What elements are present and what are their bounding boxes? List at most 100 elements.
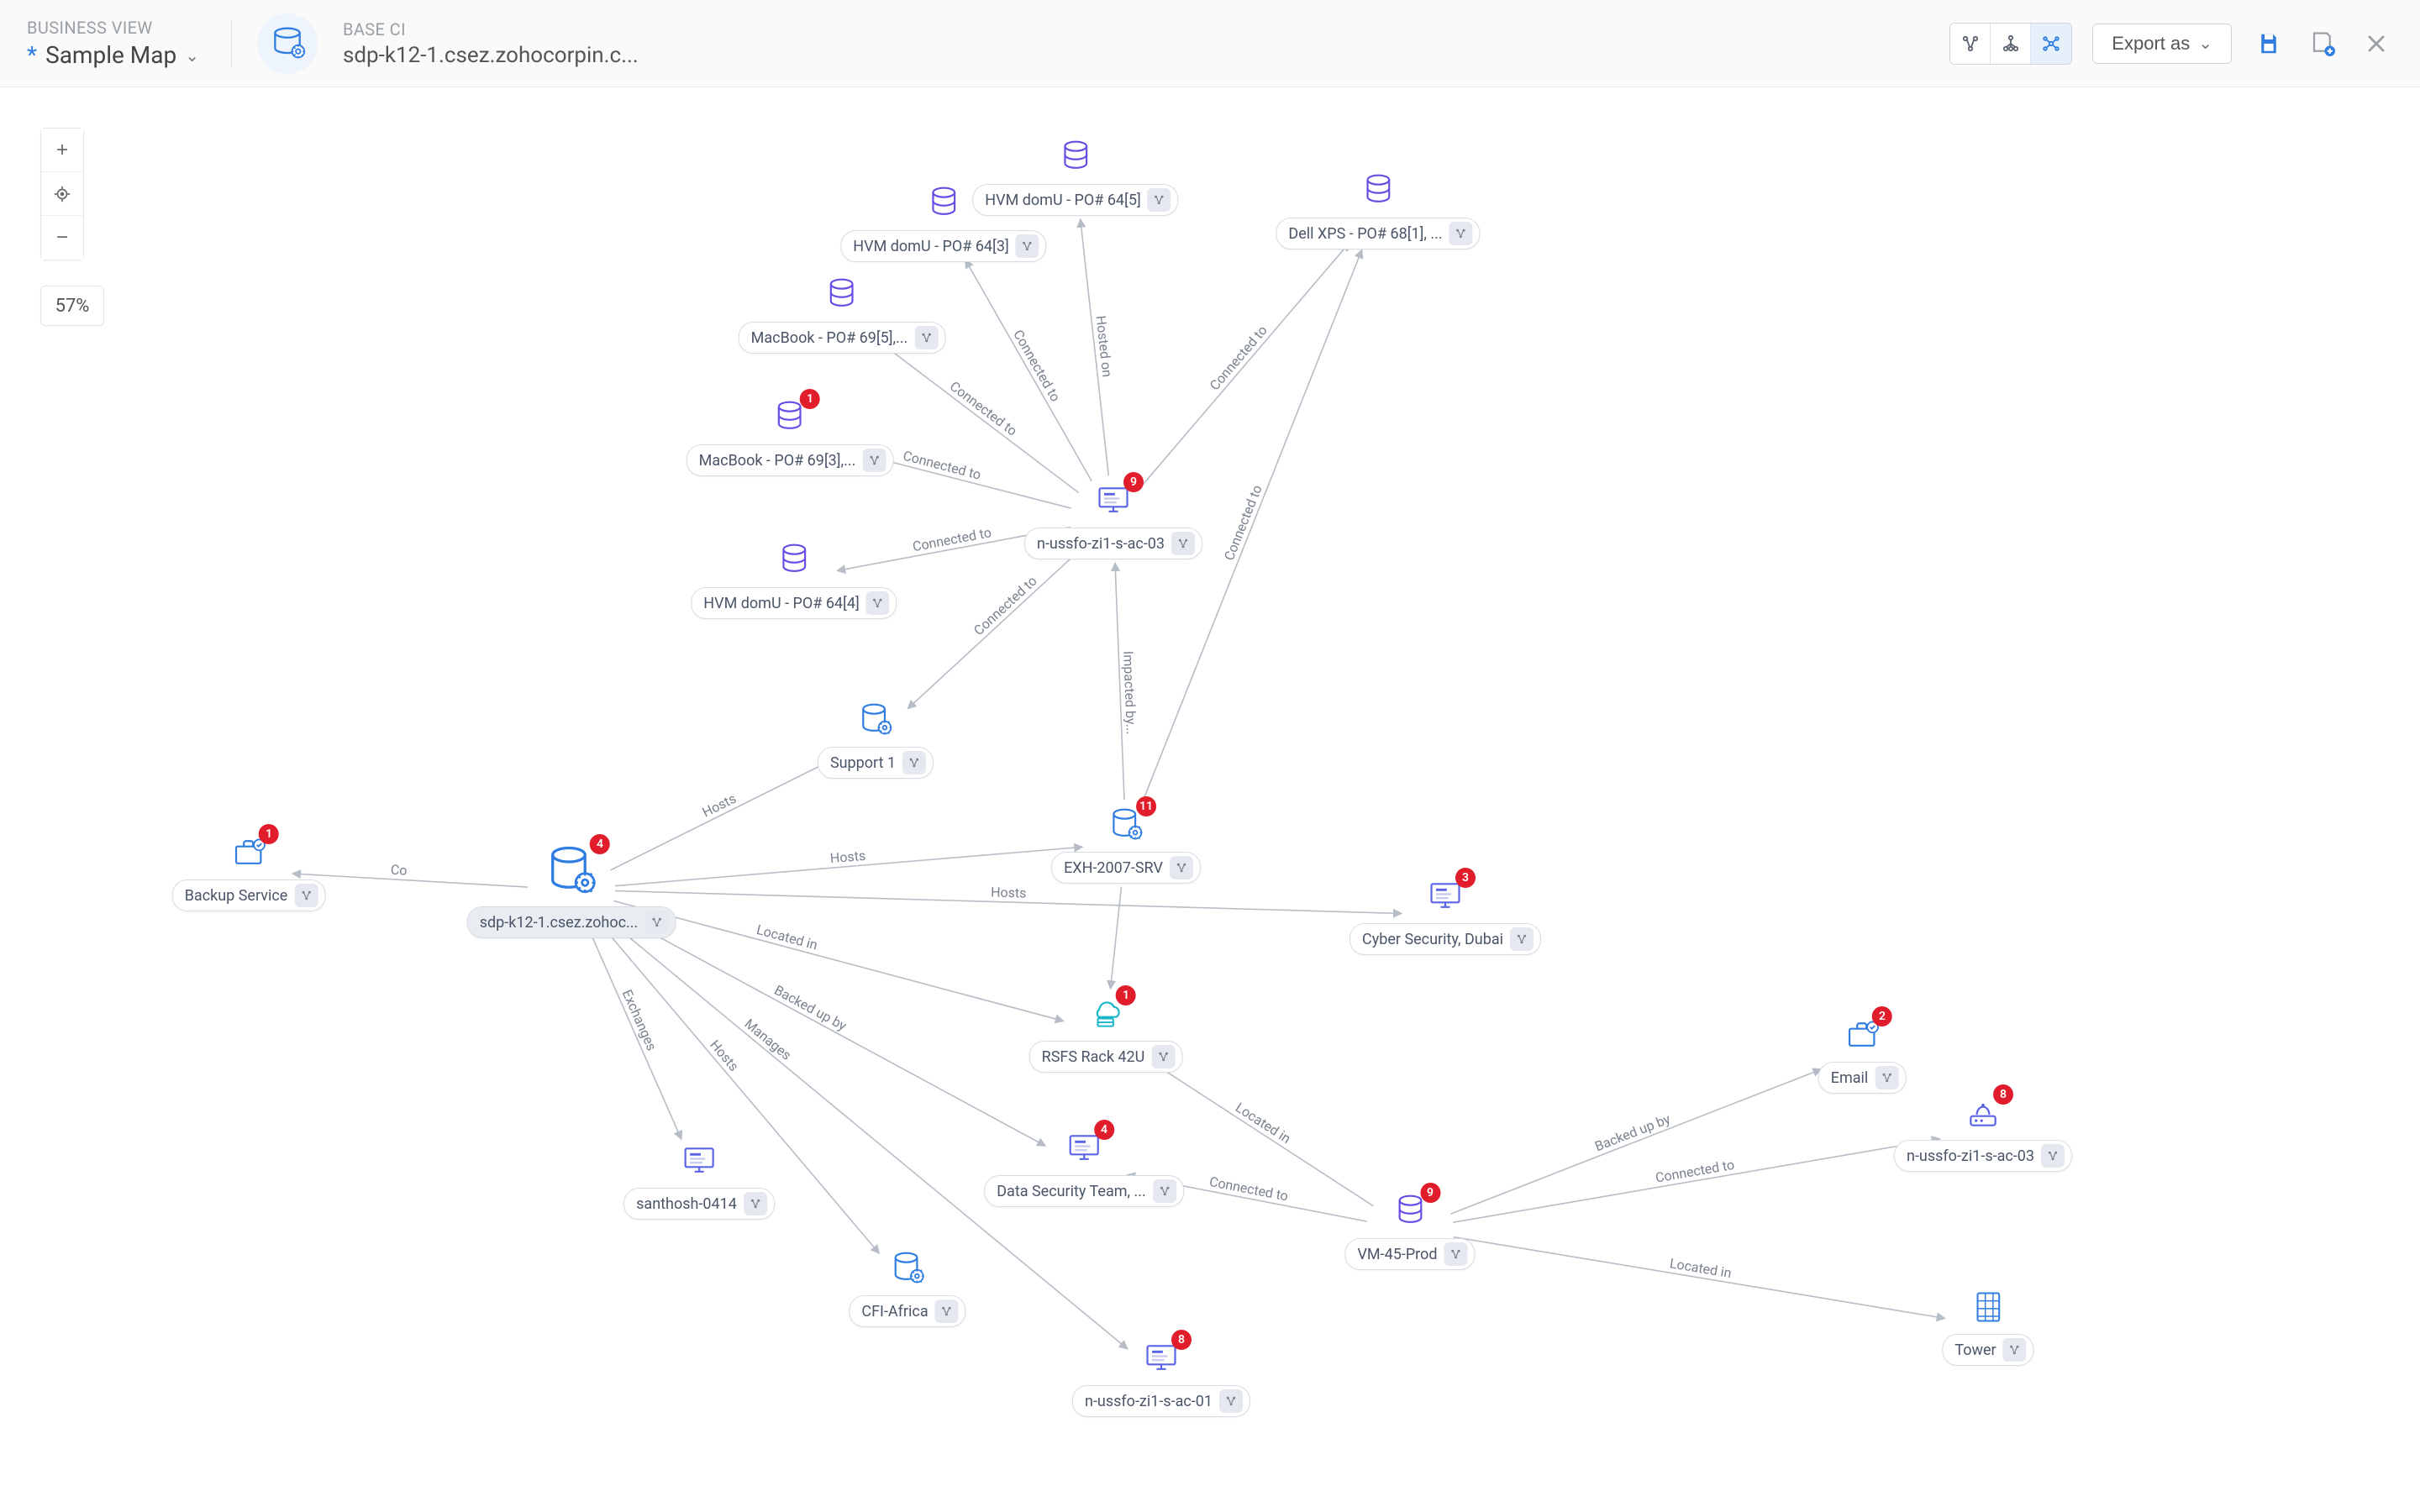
node-cyber[interactable]: 3 Cyber Security, Dubai xyxy=(1349,874,1541,955)
db-gear-icon: 11 xyxy=(1104,803,1148,847)
monitor-icon: 4 xyxy=(1062,1126,1106,1170)
node-vm45[interactable]: 9VM-45-Prod xyxy=(1344,1189,1475,1270)
node-label-pill[interactable]: Data Security Team, ... xyxy=(984,1175,1184,1207)
node-label: n-ussfo-zi1-s-ac-01 xyxy=(1085,1393,1213,1410)
layout-tree-button[interactable] xyxy=(1991,24,2031,64)
edge-label: Located in xyxy=(1233,1100,1294,1147)
node-hvm64_4[interactable]: HVM domU - PO# 64[4] xyxy=(691,538,897,619)
expand-icon[interactable] xyxy=(902,751,926,774)
expand-icon[interactable] xyxy=(294,884,318,907)
node-label: Dell XPS - PO# 68[1], ... xyxy=(1288,225,1442,243)
expand-icon[interactable] xyxy=(914,326,938,349)
node-center[interactable]: 4sdp-k12-1.csez.zohoc... xyxy=(467,841,676,938)
node-label-pill[interactable]: Backup Service xyxy=(172,879,326,911)
db-icon xyxy=(922,181,965,225)
expand-icon[interactable] xyxy=(644,911,668,934)
node-label: MacBook - PO# 69[3],... xyxy=(699,452,856,470)
edge-label: Co xyxy=(390,862,408,879)
expand-icon[interactable] xyxy=(1148,188,1171,212)
expand-icon[interactable] xyxy=(744,1192,767,1215)
node-label-pill[interactable]: CFI-Africa xyxy=(849,1295,965,1327)
expand-icon[interactable] xyxy=(1151,1045,1175,1068)
node-label-pill[interactable]: n-ussfo-zi1-s-ac-03 xyxy=(1024,528,1202,559)
node-label-pill[interactable]: n-ussfo-zi1-s-ac-03 xyxy=(1894,1140,2072,1172)
node-label-pill[interactable]: VM-45-Prod xyxy=(1344,1238,1475,1270)
expand-icon[interactable] xyxy=(2041,1144,2065,1168)
node-label-pill[interactable]: santhosh-0414 xyxy=(623,1188,775,1220)
node-nac01[interactable]: 8n-ussfo-zi1-s-ac-01 xyxy=(1072,1336,1250,1417)
expand-icon[interactable] xyxy=(866,591,890,615)
node-backup[interactable]: 1Backup Service xyxy=(172,831,326,911)
node-label-pill[interactable]: Support 1 xyxy=(818,747,934,779)
edge-vm45-email xyxy=(1450,1069,1821,1214)
expand-icon[interactable] xyxy=(1219,1389,1243,1413)
node-label-pill[interactable]: HVM domU - PO# 64[3] xyxy=(840,230,1046,262)
business-view-selector[interactable]: * Sample Map ⌄ xyxy=(27,41,199,69)
export-as-button[interactable]: Export as ⌄ xyxy=(2092,24,2232,64)
layout-radial-button[interactable] xyxy=(2031,24,2071,64)
expand-icon[interactable] xyxy=(862,449,886,472)
node-label-pill[interactable]: MacBook - PO# 69[3],... xyxy=(687,444,894,476)
node-label-pill[interactable]: EXH-2007-SRV xyxy=(1051,852,1201,884)
expand-icon[interactable] xyxy=(1510,927,1534,951)
db-icon: 1 xyxy=(768,396,812,439)
edge-label: Located in xyxy=(755,921,819,953)
monitor-icon: 3 xyxy=(1423,874,1467,918)
node-label-pill[interactable]: n-ussfo-zi1-s-ac-01 xyxy=(1072,1385,1250,1417)
node-label: santhosh-0414 xyxy=(636,1195,737,1213)
edge-label: Connected to xyxy=(1207,323,1270,394)
expand-icon[interactable] xyxy=(1444,1242,1468,1266)
expand-icon[interactable] xyxy=(1016,234,1039,258)
edge-label: Connected to xyxy=(1010,327,1064,404)
node-mb69_3[interactable]: 1 MacBook - PO# 69[3],... xyxy=(687,396,894,476)
edge-label: Connected to xyxy=(971,573,1040,638)
edge-label: Backed up by xyxy=(1592,1110,1673,1154)
node-label: HVM domU - PO# 64[3] xyxy=(853,238,1008,255)
node-label-pill[interactable]: Cyber Security, Dubai xyxy=(1349,923,1541,955)
close-button[interactable] xyxy=(2360,27,2393,60)
save-as-button[interactable] xyxy=(2306,27,2339,60)
node-rack[interactable]: 1 RSFS Rack 42U xyxy=(1029,992,1183,1073)
node-datasec[interactable]: 4 Data Security Team, ... xyxy=(984,1126,1184,1207)
node-mb69_5[interactable]: MacBook - PO# 69[5],... xyxy=(739,273,946,354)
node-support1[interactable]: Support 1 xyxy=(818,698,934,779)
expand-icon[interactable] xyxy=(1171,532,1195,555)
node-label-pill[interactable]: MacBook - PO# 69[5],... xyxy=(739,322,946,354)
node-hvm64_5[interactable]: HVM domU - PO# 64[5] xyxy=(972,135,1178,216)
node-label-pill[interactable]: HVM domU - PO# 64[4] xyxy=(691,587,897,619)
node-label-pill[interactable]: sdp-k12-1.csez.zohoc... xyxy=(467,906,676,938)
layout-share-button[interactable] xyxy=(1950,24,1991,64)
node-email[interactable]: 2Email xyxy=(1818,1013,1907,1094)
save-button[interactable] xyxy=(2252,27,2286,60)
node-label-pill[interactable]: Email xyxy=(1818,1062,1907,1094)
expand-icon[interactable] xyxy=(1449,222,1473,245)
count-badge: 4 xyxy=(590,834,610,854)
edge-nac03a-mb69_5 xyxy=(876,339,1078,492)
node-nac03b[interactable]: 8 n-ussfo-zi1-s-ac-03 xyxy=(1894,1091,2072,1172)
node-nac03a[interactable]: 9n-ussfo-zi1-s-ac-03 xyxy=(1024,479,1202,559)
expand-icon[interactable] xyxy=(1170,856,1193,879)
cloud-rack-icon: 1 xyxy=(1084,992,1128,1036)
router-icon: 8 xyxy=(1961,1091,2005,1135)
node-label-pill[interactable]: Tower xyxy=(1942,1334,2033,1366)
export-label: Export as xyxy=(2112,33,2190,55)
node-exh[interactable]: 11 EXH-2007-SRV xyxy=(1051,803,1201,884)
node-santhosh[interactable]: santhosh-0414 xyxy=(623,1139,775,1220)
expand-icon[interactable] xyxy=(935,1299,959,1323)
db-icon xyxy=(820,273,864,317)
node-cfi[interactable]: CFI-Africa xyxy=(849,1247,965,1327)
expand-icon[interactable] xyxy=(2003,1338,2027,1362)
db-icon xyxy=(772,538,816,582)
count-badge: 2 xyxy=(1872,1006,1892,1026)
node-xps68[interactable]: Dell XPS - PO# 68[1], ... xyxy=(1276,169,1480,249)
node-label-pill[interactable]: HVM domU - PO# 64[5] xyxy=(972,184,1178,216)
node-label-pill[interactable]: Dell XPS - PO# 68[1], ... xyxy=(1276,218,1480,249)
expand-icon[interactable] xyxy=(1153,1179,1176,1203)
grid-icon xyxy=(1966,1285,2010,1329)
graph-canvas[interactable]: CoHostsHostsExchangesManagesHostsLocated… xyxy=(0,87,2420,1512)
node-tower[interactable]: Tower xyxy=(1942,1285,2033,1366)
node-label: HVM domU - PO# 64[5] xyxy=(985,192,1140,209)
node-label-pill[interactable]: RSFS Rack 42U xyxy=(1029,1041,1183,1073)
node-label: n-ussfo-zi1-s-ac-03 xyxy=(1907,1147,2034,1165)
expand-icon[interactable] xyxy=(1875,1066,1898,1089)
